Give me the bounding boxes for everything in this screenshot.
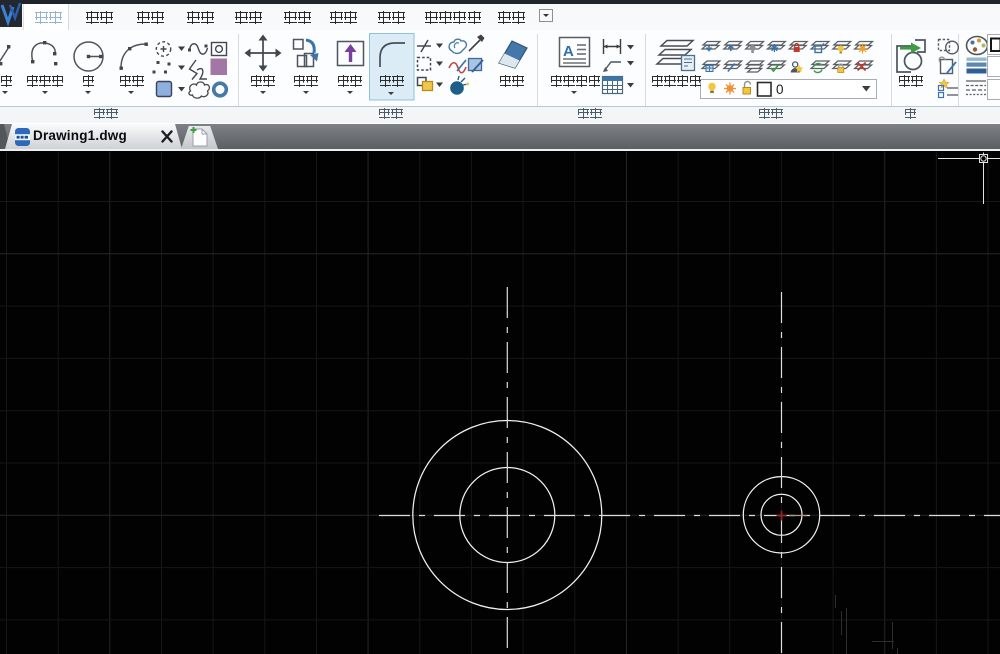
svg-text:0: 0: [776, 82, 784, 97]
svg-text:A: A: [563, 43, 574, 60]
